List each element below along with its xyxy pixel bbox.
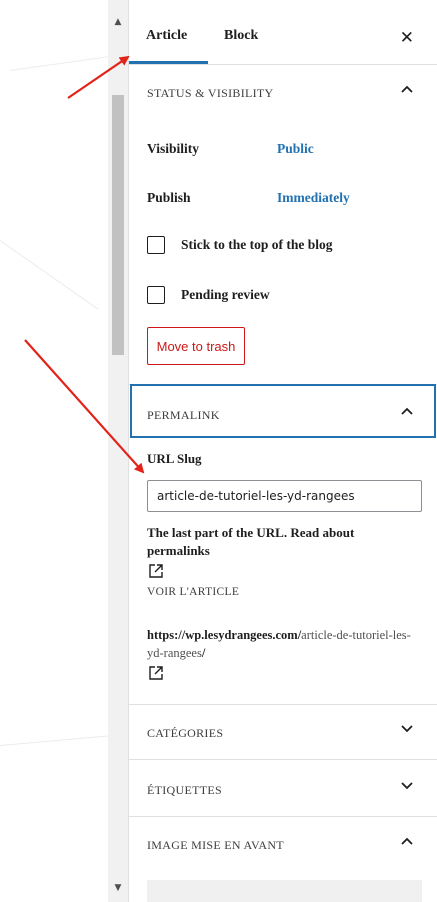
tags-title: ÉTIQUETTES xyxy=(147,783,222,797)
chevron-down-icon[interactable] xyxy=(400,722,414,736)
pending-review-checkbox[interactable] xyxy=(147,286,165,304)
full-url-link[interactable]: https://wp.lesydrangees.com/article-de-t… xyxy=(147,626,427,662)
external-link-icon[interactable] xyxy=(149,564,163,578)
categories-title: CATÉGORIES xyxy=(147,726,224,740)
scrollbar-thumb[interactable] xyxy=(112,95,124,355)
pending-review-label: Pending review xyxy=(181,287,270,302)
url-slug-label: URL Slug xyxy=(147,451,202,466)
url-trail: / xyxy=(201,646,206,660)
tags-panel-header[interactable]: ÉTIQUETTES xyxy=(129,761,437,817)
settings-sidebar: Article Block ✕ STATUS & VISIBILITY Visi… xyxy=(128,0,437,902)
chevron-up-icon[interactable] xyxy=(400,82,414,96)
scroll-down-arrow-icon[interactable]: ▼ xyxy=(108,878,128,898)
status-visibility-title: STATUS & VISIBILITY xyxy=(147,86,274,100)
sticky-label: Stick to the top of the blog xyxy=(181,237,333,252)
scrollbar[interactable]: ▲ ▼ xyxy=(108,0,128,902)
permalink-help-text[interactable]: The last part of the URL. Read about per… xyxy=(147,524,407,560)
sticky-checkbox[interactable] xyxy=(147,236,165,254)
move-to-trash-button[interactable]: Move to trash xyxy=(147,327,245,365)
view-article-label: VOIR L'ARTICLE xyxy=(147,586,240,598)
editor-canvas xyxy=(0,0,108,902)
categories-panel-header[interactable]: CATÉGORIES xyxy=(129,704,437,760)
visibility-value-link[interactable]: Public xyxy=(277,141,314,157)
external-link-icon[interactable] xyxy=(149,666,163,680)
close-icon[interactable]: ✕ xyxy=(400,28,414,48)
scroll-up-arrow-icon[interactable]: ▲ xyxy=(108,12,128,32)
featured-image-panel-header[interactable]: IMAGE MISE EN AVANT xyxy=(129,816,437,872)
divider xyxy=(129,759,437,760)
publish-label: Publish xyxy=(147,190,191,205)
chevron-up-icon[interactable] xyxy=(400,834,414,848)
featured-image-dropzone[interactable] xyxy=(147,880,422,902)
featured-image-title: IMAGE MISE EN AVANT xyxy=(147,838,284,852)
chevron-down-icon[interactable] xyxy=(400,779,414,793)
tab-block[interactable]: Block xyxy=(224,28,258,44)
url-slug-input[interactable] xyxy=(147,480,422,512)
sidebar-tabs: Article Block ✕ xyxy=(129,0,437,65)
permalink-title: PERMALINK xyxy=(147,408,220,422)
permalink-panel-header[interactable]: PERMALINK xyxy=(129,384,437,440)
visibility-label: Visibility xyxy=(147,141,200,156)
url-host: https://wp.lesydrangees.com/ xyxy=(147,628,302,642)
chevron-up-icon[interactable] xyxy=(400,404,414,418)
status-visibility-panel-header[interactable]: STATUS & VISIBILITY xyxy=(129,64,437,120)
tab-article[interactable]: Article xyxy=(146,28,187,44)
publish-value-link[interactable]: Immediately xyxy=(277,190,350,206)
